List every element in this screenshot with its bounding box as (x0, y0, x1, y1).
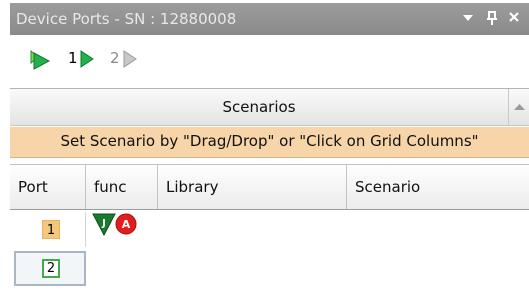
table-row[interactable]: 2 (10, 251, 529, 286)
func-j-icon[interactable]: J (92, 212, 116, 236)
column-header-port[interactable]: Port (10, 165, 86, 209)
port-badge: 2 (42, 259, 60, 278)
pin-icon[interactable] (482, 7, 502, 29)
func-j-letter: J (101, 218, 106, 229)
port-cell[interactable]: 1 (10, 212, 86, 247)
func-a-icon[interactable]: A (114, 212, 138, 236)
title-bar[interactable]: Device Ports - SN : 12880008 (10, 3, 529, 35)
scenario-hint-text: Set Scenario by "Drag/Drop" or "Click on… (60, 132, 479, 150)
port-1-label: 1 (68, 49, 78, 67)
play-all-green-icon (30, 49, 51, 70)
port-2-label: 2 (110, 49, 120, 67)
play-gray-icon (123, 50, 137, 68)
collapse-button[interactable] (508, 89, 529, 125)
play-all-button[interactable] (28, 46, 54, 72)
port-2-play-button[interactable]: 2 (110, 46, 144, 72)
chevron-up-icon (514, 104, 525, 110)
port-toolbar: 1 2 (10, 35, 529, 83)
play-green-icon (80, 50, 94, 68)
scenarios-title: Scenarios (222, 98, 296, 116)
table-row[interactable]: 1 J A (10, 212, 529, 247)
port-1-play-button[interactable]: 1 (68, 46, 102, 72)
ports-grid: Port func Library Scenario 1 J A 2 (10, 159, 529, 297)
scenario-hint-banner: Set Scenario by "Drag/Drop" or "Click on… (10, 127, 529, 158)
port-badge: 1 (42, 220, 60, 239)
column-header-library[interactable]: Library (158, 165, 347, 209)
grid-header: Port func Library Scenario (10, 164, 529, 210)
scenarios-header[interactable]: Scenarios (10, 88, 529, 126)
column-header-scenario[interactable]: Scenario (347, 165, 529, 209)
port-cell[interactable]: 2 (10, 251, 86, 286)
window-title: Device Ports - SN : 12880008 (16, 10, 237, 28)
column-header-func[interactable]: func (86, 165, 158, 209)
func-a-letter: A (122, 218, 131, 231)
dropdown-arrow-icon[interactable] (458, 7, 478, 29)
close-icon[interactable] (504, 7, 524, 29)
device-ports-window: Device Ports - SN : 12880008 1 2 Scenari… (0, 0, 529, 297)
